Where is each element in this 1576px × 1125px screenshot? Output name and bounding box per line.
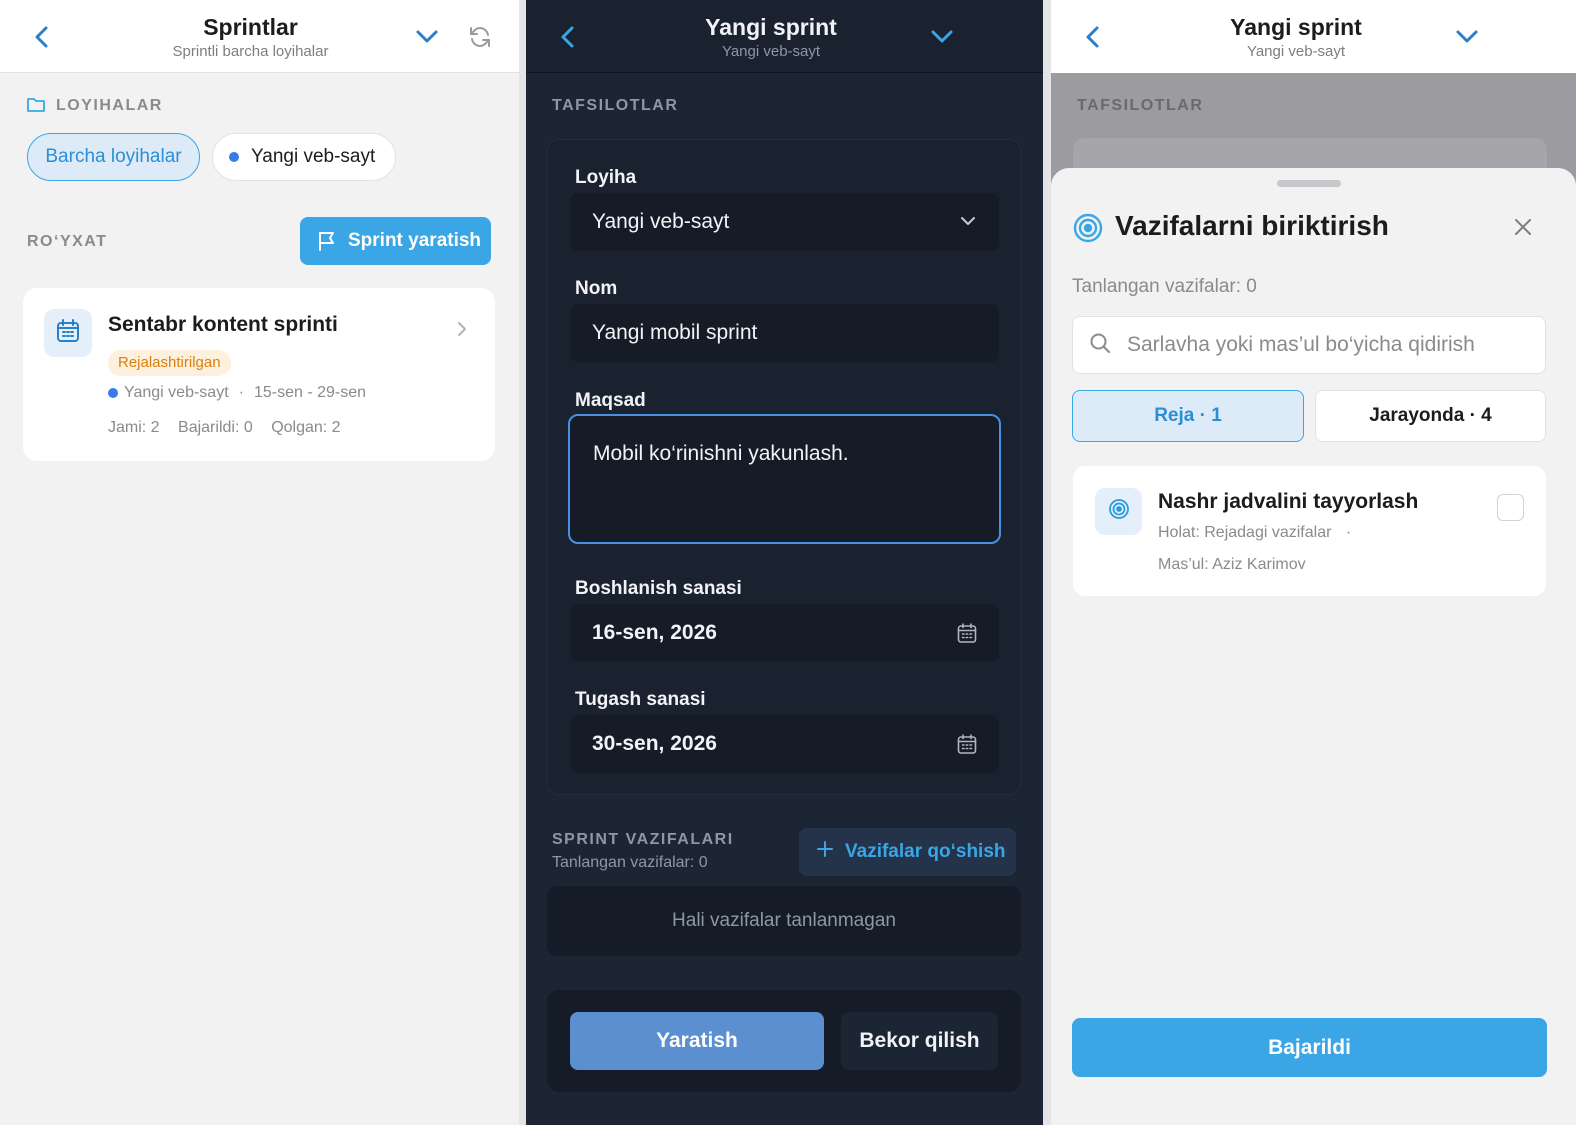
tab-plan[interactable]: Reja · 1 xyxy=(1072,390,1304,442)
meta-separator: · xyxy=(238,384,244,401)
new-sprint-screen: Yangi sprint Yangi veb-sayt TAFSILOTLAR … xyxy=(526,0,1043,1125)
tab-in-progress[interactable]: Jarayonda · 4 xyxy=(1315,390,1546,442)
create-button-label: Yaratish xyxy=(656,1029,738,1052)
task-status: Holat: Rejadagi vazifalar · xyxy=(1158,524,1351,542)
stat-total: Jami: 2 xyxy=(108,419,160,436)
sprint-meta: Yangi veb-sayt · 15-sen - 29-sen xyxy=(108,384,366,402)
task-separator: · xyxy=(1345,524,1352,541)
task-card[interactable]: Nashr jadvalini tayyorlash Holat: Rejada… xyxy=(1073,466,1546,596)
panel-divider xyxy=(1043,0,1051,1125)
create-button[interactable]: Yaratish xyxy=(570,1012,824,1070)
sheet-handle[interactable] xyxy=(1277,180,1341,187)
sprint-project: Yangi veb-sayt xyxy=(124,384,229,401)
projects-label: LOYIHALAR xyxy=(56,97,163,114)
end-date-label: Tugash sanasi xyxy=(575,689,706,710)
panel-divider xyxy=(519,0,526,1125)
goal-textarea-value: Mobil ko‘rinishni yakunlash. xyxy=(593,442,849,465)
start-date-label: Boshlanish sanasi xyxy=(575,578,742,599)
target-icon xyxy=(1108,498,1130,525)
details-label: TAFSILOTLAR xyxy=(1077,97,1204,114)
project-select[interactable]: Yangi veb-sayt xyxy=(570,193,999,251)
status-badge: Rejalashtirilgan xyxy=(108,350,231,376)
header: Sprintlar Sprintli barcha loyihalar xyxy=(0,0,519,73)
add-tasks-button[interactable]: Vazifalar qo‘shish xyxy=(799,828,1016,876)
chip-label: Barcha loyihalar xyxy=(45,146,182,167)
stat-done: Bajarildi: 0 xyxy=(178,419,253,436)
task-checkbox[interactable] xyxy=(1497,494,1524,521)
start-date-value: 16-sen, 2026 xyxy=(592,621,717,644)
search-input[interactable]: Sarlavha yoki mas’ul bo‘yicha qidirish xyxy=(1072,316,1546,374)
header: Yangi sprint Yangi veb-sayt xyxy=(1051,0,1576,73)
empty-tasks-box: Hali vazifalar tanlanmagan xyxy=(547,886,1021,956)
empty-tasks-text: Hali vazifalar tanlanmagan xyxy=(672,910,896,931)
calendar-icon-box xyxy=(44,309,92,357)
sprint-card[interactable]: Sentabr kontent sprinti Rejalashtirilgan… xyxy=(23,288,495,461)
calendar-icon[interactable] xyxy=(956,733,978,755)
task-title: Nashr jadvalini tayyorlash xyxy=(1158,490,1419,513)
chevron-down-icon xyxy=(960,214,976,228)
sprint-stats: Jami: 2 Bajarildi: 0 Qolgan: 2 xyxy=(108,419,341,437)
project-select-value: Yangi veb-sayt xyxy=(592,210,730,233)
name-input[interactable]: Yangi mobil sprint xyxy=(570,304,999,362)
name-input-value: Yangi mobil sprint xyxy=(592,321,758,344)
tab-in-progress-label: Jarayonda · 4 xyxy=(1369,405,1492,426)
target-icon xyxy=(1072,212,1104,244)
tab-plan-label: Reja · 1 xyxy=(1154,405,1222,426)
name-label: Nom xyxy=(575,278,618,299)
tasks-selected-count: Tanlangan vazifalar: 0 xyxy=(552,854,708,871)
sheet-title: Vazifalarni biriktirish xyxy=(1115,210,1389,241)
create-sprint-button[interactable]: Sprint yaratish xyxy=(300,217,491,265)
sprints-screen: Sprintlar Sprintli barcha loyihalar LOYI… xyxy=(0,0,519,1125)
sprint-dates: 15-sen - 29-sen xyxy=(253,384,367,401)
end-date-value: 30-sen, 2026 xyxy=(592,732,717,755)
calendar-icon[interactable] xyxy=(956,622,978,644)
stat-remaining: Qolgan: 2 xyxy=(271,419,341,436)
chip-all-projects[interactable]: Barcha loyihalar xyxy=(27,133,200,181)
folder-icon xyxy=(26,96,46,114)
bottom-sheet: Vazifalarni biriktirish Tanlangan vazifa… xyxy=(1051,168,1576,1125)
list-label: RO‘YXAT xyxy=(27,233,108,250)
chevron-down-icon[interactable] xyxy=(930,28,954,46)
done-button[interactable]: Bajarildi xyxy=(1072,1018,1547,1077)
chevron-right-icon xyxy=(455,320,469,338)
project-label: Loyiha xyxy=(575,167,637,188)
sprint-tasks-label: SPRINT VAZIFALARI xyxy=(552,831,734,848)
plus-icon xyxy=(817,841,833,863)
cancel-button[interactable]: Bekor qilish xyxy=(841,1012,998,1070)
chevron-down-icon[interactable] xyxy=(1455,28,1479,46)
goal-label: Maqsad xyxy=(575,390,646,411)
chip-label: Yangi veb-sayt xyxy=(251,146,376,167)
end-date-field[interactable]: 30-sen, 2026 xyxy=(570,715,999,773)
project-dot xyxy=(108,388,118,398)
sprint-title: Sentabr kontent sprinti xyxy=(108,313,338,336)
task-assignee: Mas’ul: Aziz Karimov xyxy=(1158,556,1306,573)
start-date-field[interactable]: 16-sen, 2026 xyxy=(570,604,999,662)
project-dot xyxy=(229,152,239,162)
create-sprint-label: Sprint yaratish xyxy=(348,230,482,251)
attach-tasks-screen: Yangi sprint Yangi veb-sayt TAFSILOTLAR … xyxy=(1051,0,1576,1125)
header: Yangi sprint Yangi veb-sayt xyxy=(526,0,1043,73)
search-placeholder: Sarlavha yoki mas’ul bo‘yicha qidirish xyxy=(1127,333,1475,356)
cancel-button-label: Bekor qilish xyxy=(859,1029,980,1052)
search-icon xyxy=(1089,332,1111,359)
done-button-label: Bajarildi xyxy=(1268,1035,1351,1059)
task-icon-box xyxy=(1095,488,1142,535)
task-status-text: Holat: Rejadagi vazifalar xyxy=(1158,524,1332,541)
refresh-icon[interactable] xyxy=(468,25,492,49)
selected-count: Tanlangan vazifalar: 0 xyxy=(1072,276,1257,297)
flag-icon xyxy=(316,230,338,252)
details-label: TAFSILOTLAR xyxy=(552,97,679,114)
chip-project[interactable]: Yangi veb-sayt xyxy=(212,133,396,181)
calendar-icon xyxy=(55,318,81,349)
add-tasks-label: Vazifalar qo‘shish xyxy=(845,841,1006,862)
chevron-down-icon[interactable] xyxy=(415,28,439,46)
goal-textarea[interactable]: Mobil ko‘rinishni yakunlash. xyxy=(568,414,1001,544)
close-icon[interactable] xyxy=(1512,216,1534,238)
